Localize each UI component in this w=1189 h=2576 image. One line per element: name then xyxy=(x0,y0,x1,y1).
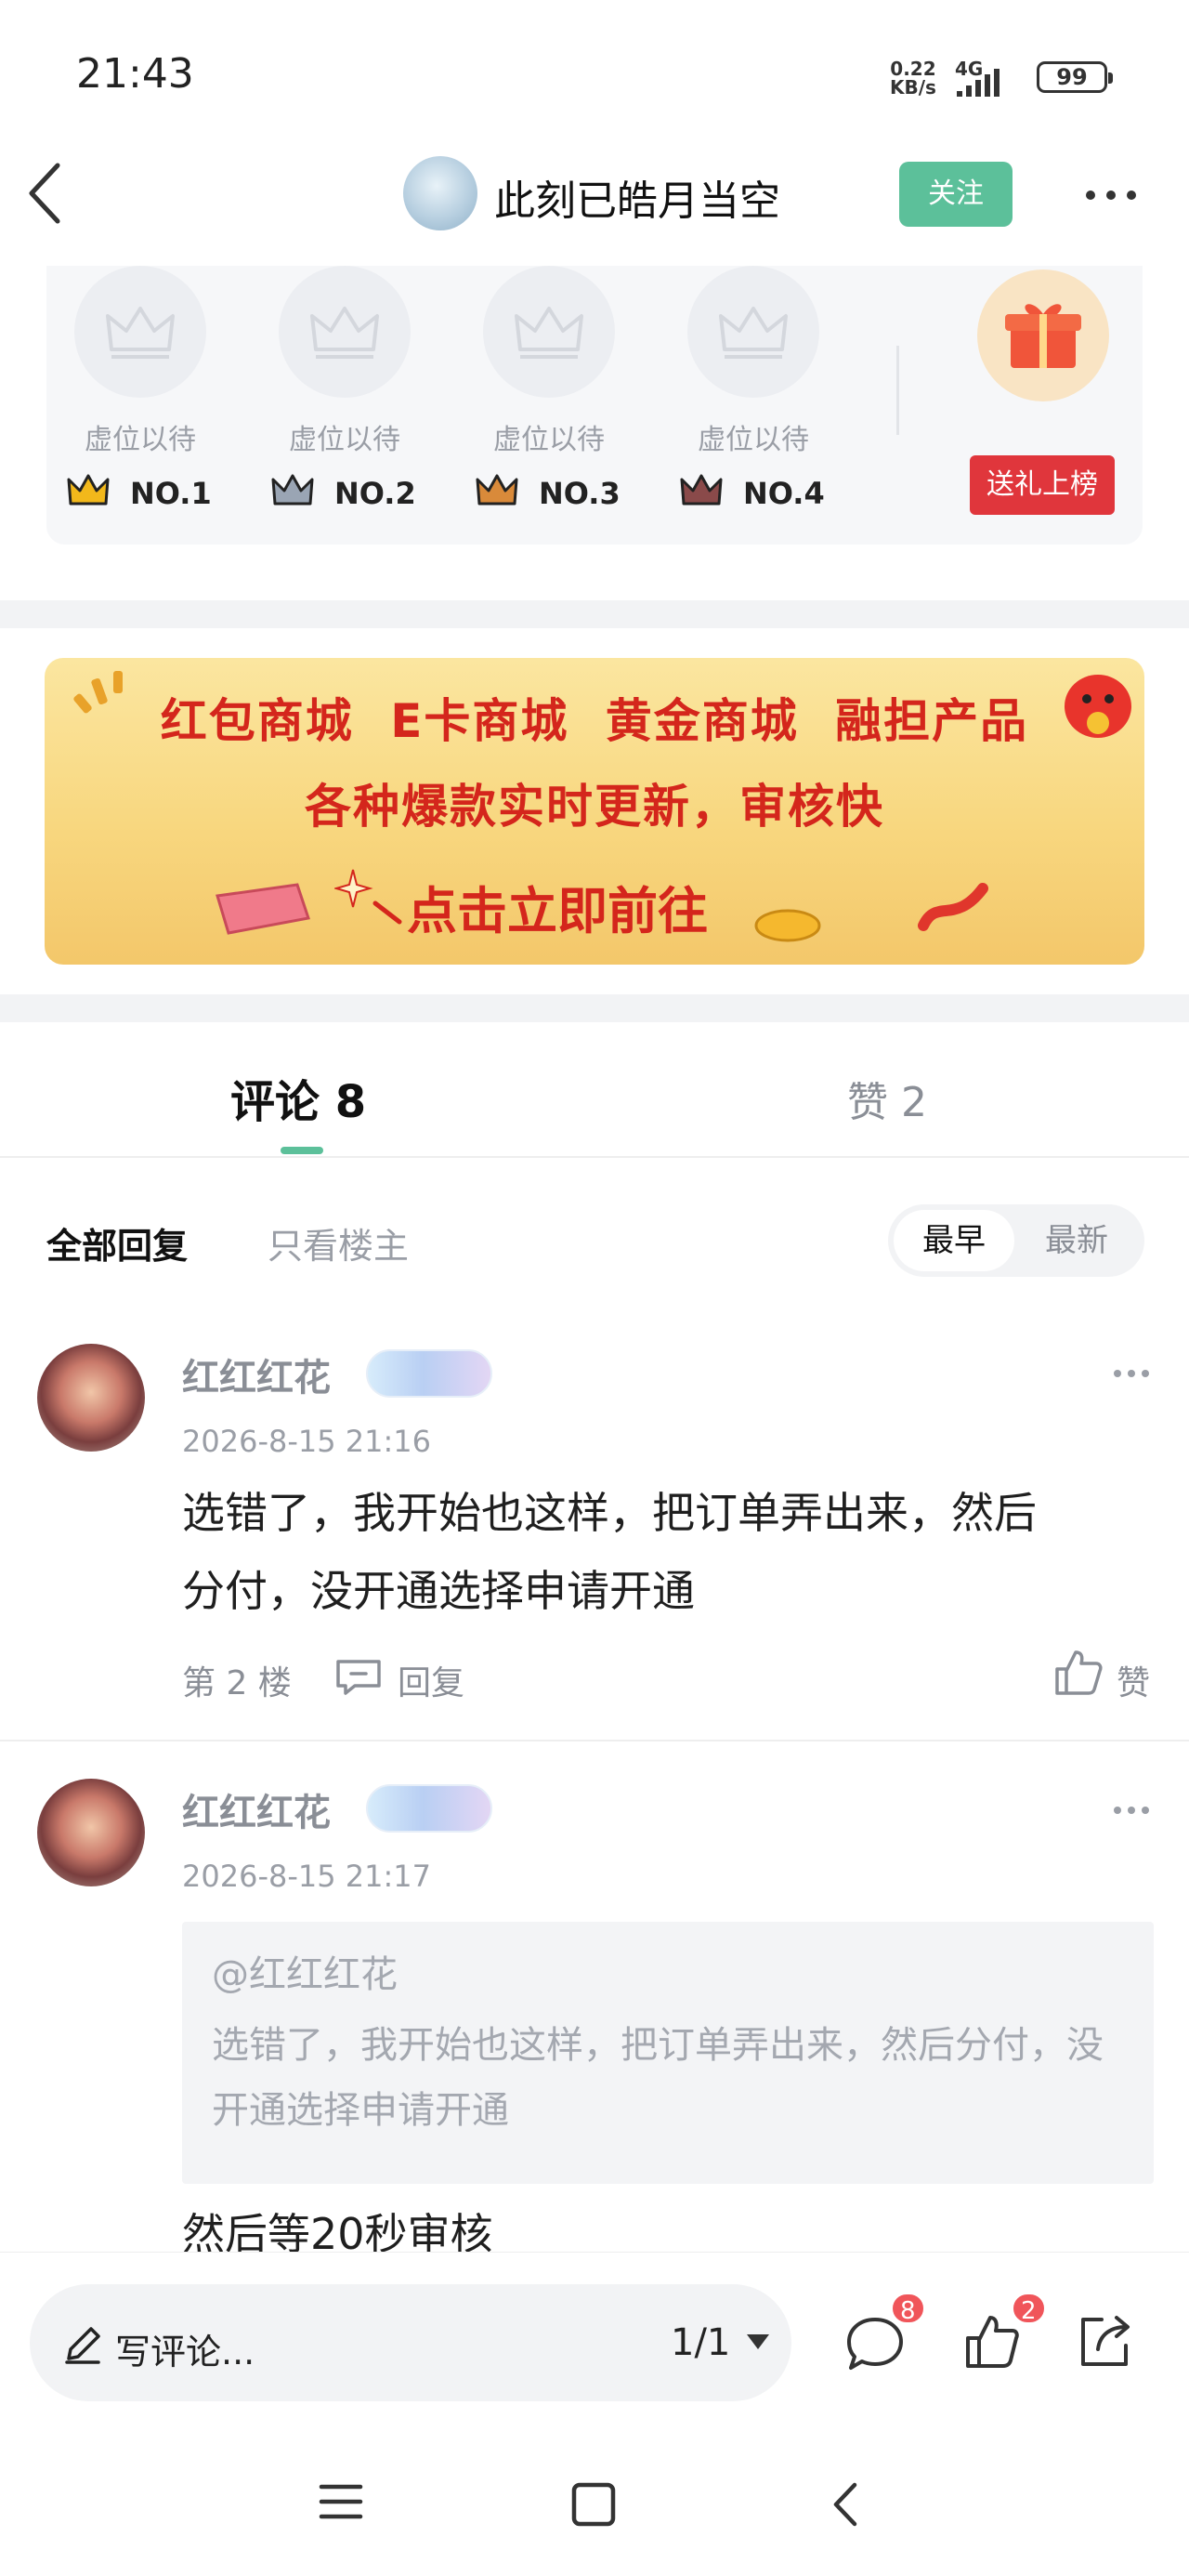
tab-divider xyxy=(0,1156,1189,1158)
sort-earliest-button[interactable]: 最早 xyxy=(894,1210,1014,1271)
rank-number-text: NO.3 xyxy=(539,476,621,511)
crown-placeholder-icon xyxy=(483,266,615,398)
rank-slot-label: 虚位以待 xyxy=(85,424,196,456)
filter-all-replies[interactable]: 全部回复 xyxy=(46,1217,188,1268)
tab-active-indicator xyxy=(281,1147,323,1154)
comment-icon[interactable] xyxy=(843,2314,907,2373)
rank-slot-label: 虚位以待 xyxy=(698,424,809,456)
star-icon xyxy=(334,869,402,925)
crown-placeholder-icon xyxy=(279,266,411,398)
banner-cta: 点击立即前往 xyxy=(407,882,708,940)
section-separator xyxy=(0,994,1189,1022)
filter-op-only[interactable]: 只看楼主 xyxy=(268,1217,409,1268)
commenter-name[interactable]: 红红红花 xyxy=(182,1782,331,1836)
system-back-icon[interactable] xyxy=(827,2479,864,2530)
red-envelope-icon xyxy=(216,883,310,935)
rank-number-text: NO.2 xyxy=(334,476,416,511)
reply-icon[interactable] xyxy=(334,1656,383,1697)
sort-latest-button[interactable]: 最新 xyxy=(1014,1210,1139,1271)
section-separator xyxy=(0,600,1189,628)
page-indicator[interactable]: 1/1 xyxy=(671,2321,730,2364)
network-speed-value: 0.22 xyxy=(890,58,936,80)
rank-number: NO.1 xyxy=(65,470,232,517)
rank-slot-label: 虚位以待 xyxy=(289,424,400,456)
quoted-comment[interactable]: @红红红花 选错了，我开始也这样，把订单弄出来，然后分付，没开通选择申请开通 xyxy=(182,1922,1154,2184)
battery-icon: 99 xyxy=(1037,61,1113,93)
signal-icon xyxy=(957,69,1000,97)
tab-likes[interactable]: 赞 2 xyxy=(847,1069,927,1128)
caret-down-icon[interactable] xyxy=(743,2331,773,2353)
crown-icon xyxy=(67,474,110,506)
like-count-badge: 2 xyxy=(1011,2292,1047,2325)
banner-line2: 各种爆款实时更新，审核快 xyxy=(305,780,884,834)
send-gift-button[interactable]: 送礼上榜 xyxy=(970,455,1115,515)
quoted-text: 选错了，我开始也这样，把订单弄出来，然后分付，没开通选择申请开通 xyxy=(212,2024,1104,2132)
comment-text-line: 选错了，我开始也这样，把订单弄出来，然后 xyxy=(182,1488,1037,1538)
like-button[interactable]: 赞 xyxy=(1117,1656,1150,1704)
network-speed: 0.22 KB/s xyxy=(890,59,936,97)
banner-line1: 红包商城 E卡商城 黄金商城 融担产品 xyxy=(160,694,1029,748)
commenter-name[interactable]: 红红红花 xyxy=(182,1347,331,1401)
network-speed-unit: KB/s xyxy=(890,76,936,99)
avatar[interactable] xyxy=(37,1779,145,1886)
comment-count-badge: 8 xyxy=(890,2292,926,2325)
mascot-icon xyxy=(1065,675,1131,738)
sort-toggle: 最早 最新 xyxy=(888,1204,1144,1277)
comment-text-line: 分付，没开通选择申请开通 xyxy=(182,1566,695,1616)
user-level-badge xyxy=(366,1784,492,1833)
comment-time: 2026-8-15 21:17 xyxy=(182,1859,431,1894)
rank-slot-2[interactable]: 虚位以待 NO.2 xyxy=(269,266,416,511)
rank-divider xyxy=(896,346,899,435)
author-avatar[interactable] xyxy=(403,156,477,230)
quoted-author: @红红红花 xyxy=(212,1953,398,1996)
crown-icon xyxy=(680,474,723,506)
crown-placeholder-icon xyxy=(687,266,819,398)
share-icon[interactable] xyxy=(1074,2310,1135,2372)
home-icon[interactable] xyxy=(570,2481,617,2528)
gold-coin-icon xyxy=(754,909,821,942)
rank-number-text: NO.1 xyxy=(130,476,212,511)
rank-number: NO.3 xyxy=(474,470,641,517)
rank-slot-1[interactable]: 虚位以待 NO.1 xyxy=(65,266,212,511)
comment-divider xyxy=(0,1740,1189,1741)
crown-icon xyxy=(271,474,314,506)
rank-slot-4[interactable]: 虚位以待 NO.4 xyxy=(678,266,825,511)
rank-number-text: NO.4 xyxy=(743,476,825,511)
pencil-icon xyxy=(65,2327,100,2364)
rank-slot-3[interactable]: 虚位以待 NO.3 xyxy=(474,266,621,511)
like-icon[interactable] xyxy=(1052,1647,1104,1699)
status-time: 21:43 xyxy=(76,50,194,98)
ribbon-icon xyxy=(918,883,988,931)
promo-banner[interactable]: 红包商城 E卡商城 黄金商城 融担产品 各种爆款实时更新，审核快 点击立即前往 xyxy=(45,658,1144,965)
menu-icon[interactable] xyxy=(318,2481,364,2522)
tab-comments[interactable]: 评论 8 xyxy=(230,1065,366,1130)
write-comment-placeholder: 写评论... xyxy=(115,2332,255,2372)
comment-more-icon[interactable] xyxy=(1113,1805,1150,1816)
avatar[interactable] xyxy=(37,1344,145,1452)
rank-number: NO.4 xyxy=(678,470,845,517)
floor-number: 第 2 楼 xyxy=(182,1664,292,1702)
more-options-icon[interactable] xyxy=(1083,186,1139,204)
author-name[interactable]: 此刻已皓月当空 xyxy=(494,167,780,227)
user-level-badge xyxy=(366,1349,492,1398)
rank-slot-label: 虚位以待 xyxy=(493,424,605,456)
rank-number: NO.2 xyxy=(269,470,437,517)
thumbs-up-icon[interactable] xyxy=(962,2312,1022,2372)
reply-button[interactable]: 回复 xyxy=(398,1656,464,1704)
comment-time: 2026-8-15 21:16 xyxy=(182,1424,431,1459)
comment-more-icon[interactable] xyxy=(1113,1368,1150,1379)
back-icon[interactable] xyxy=(20,154,72,232)
crown-placeholder-icon xyxy=(74,266,206,398)
crown-icon xyxy=(476,474,518,506)
follow-button[interactable]: 关注 xyxy=(899,162,1013,227)
gift-icon[interactable] xyxy=(977,269,1109,401)
